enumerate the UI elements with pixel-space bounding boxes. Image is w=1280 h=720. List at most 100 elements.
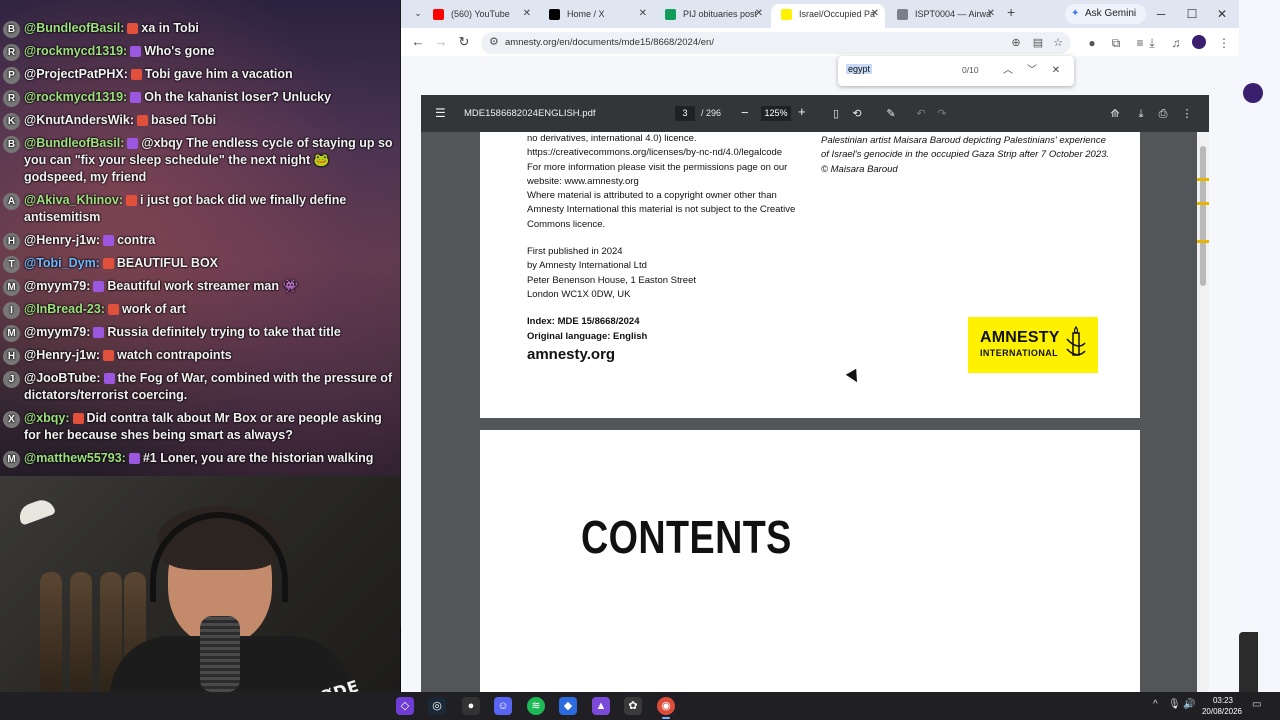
pdf-filename: MDE1586682024ENGLISH.pdf: [464, 108, 596, 119]
chat-username[interactable]: @rockmycd1319:: [24, 44, 127, 58]
pdf-more-icon[interactable]: ⋮: [1179, 106, 1195, 122]
tab-favicon-icon: [549, 9, 560, 20]
avatar: B: [3, 21, 20, 38]
forward-icon[interactable]: →: [432, 34, 450, 52]
chat-badge-icon: [128, 453, 140, 465]
chat-username[interactable]: @Akiva_Khinov:: [24, 193, 123, 207]
zoom-icon[interactable]: ⊕: [1009, 36, 1023, 50]
chat-username[interactable]: @xbqy:: [24, 411, 70, 425]
tab-favicon-icon: [781, 9, 792, 20]
close-tab-icon[interactable]: ✕: [871, 4, 879, 24]
close-tab-icon[interactable]: ✕: [755, 4, 763, 24]
chat-username[interactable]: @Tobi_Dym:: [24, 256, 100, 270]
app-icon[interactable]: ◆: [559, 697, 577, 715]
browser-tab[interactable]: PIJ obituaries post ✕: [655, 4, 769, 28]
ask-gemini-button[interactable]: ✦ Ask Gemini: [1065, 4, 1147, 24]
rotate-icon[interactable]: ⟲: [849, 106, 865, 122]
logo-text-line2: INTERNATIONAL: [980, 348, 1059, 358]
close-tab-icon[interactable]: ✕: [987, 4, 995, 24]
zoom-level-input[interactable]: 125%: [761, 106, 791, 121]
mic-tray-icon[interactable]: 🎙: [1168, 699, 1181, 710]
chat-message: A @Akiva_Khinov: i just got back did we fi…: [0, 189, 400, 229]
stream-chat-panel: B @BundleofBasil: xa in Tobi R @rockmycd1319…: [0, 0, 400, 476]
zoom-in-icon[interactable]: +: [798, 104, 806, 119]
profile-avatar[interactable]: [1192, 35, 1206, 49]
address-bar[interactable]: ⚙ amnesty.org/en/documents/mde15/8668/20…: [481, 32, 1071, 54]
steam-icon[interactable]: ◎: [428, 697, 446, 715]
back-icon[interactable]: ←: [409, 34, 427, 52]
fit-page-icon[interactable]: ▯: [828, 106, 844, 122]
reload-icon[interactable]: ↻: [455, 34, 473, 52]
chat-username[interactable]: @Henry-j1w:: [24, 233, 100, 247]
chat-username[interactable]: @myym79:: [24, 325, 90, 339]
find-next-icon[interactable]: ﹀: [1024, 63, 1040, 79]
find-input[interactable]: egypt: [846, 64, 873, 74]
published-line: London WC1X 0DW, UK: [527, 288, 631, 300]
close-tab-icon[interactable]: ✕: [639, 4, 647, 24]
chat-username[interactable]: @JooBTube:: [24, 371, 101, 385]
chat-username[interactable]: @BundleofBasil:: [24, 21, 124, 35]
new-tab-button[interactable]: +: [1007, 4, 1015, 20]
chat-username[interactable]: @Henry-j1w:: [24, 348, 100, 362]
undo-icon[interactable]: ↶: [913, 106, 929, 122]
save-to-drive-icon[interactable]: ⟰: [1107, 106, 1123, 122]
pdf-scrollbar[interactable]: [1197, 132, 1209, 692]
tray-expand-icon[interactable]: ^: [1153, 699, 1158, 710]
chat-message: I @InBread-23: work of art: [0, 298, 400, 321]
more-menu-icon[interactable]: ⋮: [1215, 34, 1233, 52]
print-icon[interactable]: ⎙: [1155, 106, 1171, 122]
chrome-icon[interactable]: ◉: [657, 697, 675, 719]
chat-username[interactable]: @ProjectPatPHX:: [24, 67, 128, 81]
background-window-edge: [1239, 0, 1280, 692]
chat-text: Russia definitely trying to take that ti…: [107, 325, 341, 339]
notification-icon[interactable]: ▭: [1252, 699, 1261, 710]
chat-username[interactable]: @InBread-23:: [24, 302, 105, 316]
clock-time[interactable]: 03:23: [1206, 696, 1240, 705]
minimize-icon[interactable]: ─: [1146, 4, 1176, 24]
chat-badge-icon: [127, 23, 139, 35]
pdf-menu-icon[interactable]: ☰: [435, 106, 446, 120]
obs-icon[interactable]: ●: [462, 697, 480, 715]
chat-username[interactable]: @matthew55793:: [24, 451, 126, 465]
site-info-icon[interactable]: ⚙: [489, 35, 499, 48]
close-window-icon[interactable]: ✕: [1207, 4, 1237, 24]
app-icon[interactable]: ◇: [396, 697, 414, 715]
browser-tab[interactable]: Home / X ✕: [539, 4, 653, 28]
scrollbar-thumb[interactable]: [1200, 146, 1206, 286]
spotify-icon[interactable]: ≋: [527, 697, 545, 715]
clock-date[interactable]: 20/08/2026: [1200, 707, 1244, 716]
discord-icon[interactable]: ☺: [494, 697, 512, 715]
url-text[interactable]: amnesty.org/en/documents/mde15/8668/2024…: [505, 37, 714, 48]
bookmark-star-icon[interactable]: ☆: [1051, 36, 1065, 50]
media-control-icon[interactable]: ♫: [1167, 34, 1185, 52]
close-tab-icon[interactable]: ✕: [523, 4, 531, 24]
browser-tab[interactable]: ISPT0004 — Airwa ✕: [887, 4, 1001, 28]
amnesty-site-link[interactable]: amnesty.org: [527, 347, 807, 362]
annotate-icon[interactable]: ✎: [883, 106, 899, 122]
extension-icon[interactable]: ●: [1083, 34, 1101, 52]
find-close-icon[interactable]: ✕: [1048, 63, 1064, 79]
volume-icon[interactable]: 🔊: [1183, 699, 1195, 710]
chat-username[interactable]: @myym79:: [24, 279, 90, 293]
redo-icon[interactable]: ↷: [934, 106, 950, 122]
browser-tab[interactable]: (560) YouTube ✕: [423, 4, 537, 28]
browser-tab[interactable]: Israel/Occupied Pa ✕: [771, 4, 885, 28]
find-previous-icon[interactable]: ︿: [1000, 63, 1016, 79]
chat-message: K @KnutAndersWik: based Tobi: [0, 109, 400, 132]
page-icon[interactable]: ▤: [1031, 36, 1045, 50]
browser-window: ⌄ (560) YouTube ✕ Home / X ✕ PIJ obituaries …: [401, 0, 1239, 692]
chat-username[interactable]: @KnutAndersWik:: [24, 113, 134, 127]
page-number-input[interactable]: 3: [675, 106, 695, 121]
licence-url[interactable]: https://creativecommons.org/licenses/by-…: [527, 146, 807, 160]
chat-username[interactable]: @BundleofBasil:: [24, 136, 124, 150]
app-icon[interactable]: ✿: [624, 697, 642, 715]
download-pdf-icon[interactable]: ⤓: [1133, 106, 1149, 122]
chat-text: contra: [117, 233, 156, 247]
extensions-puzzle-icon[interactable]: ⧉: [1107, 34, 1125, 52]
maximize-icon[interactable]: ☐: [1177, 4, 1207, 24]
find-bar: egypt 0/10 ︿ ﹀ ✕: [838, 56, 1074, 86]
download-icon[interactable]: ⤓: [1143, 34, 1161, 52]
zoom-out-icon[interactable]: −: [741, 105, 749, 120]
chat-username[interactable]: @rockmycd1319:: [24, 90, 127, 104]
app-icon[interactable]: ▲: [592, 697, 610, 715]
